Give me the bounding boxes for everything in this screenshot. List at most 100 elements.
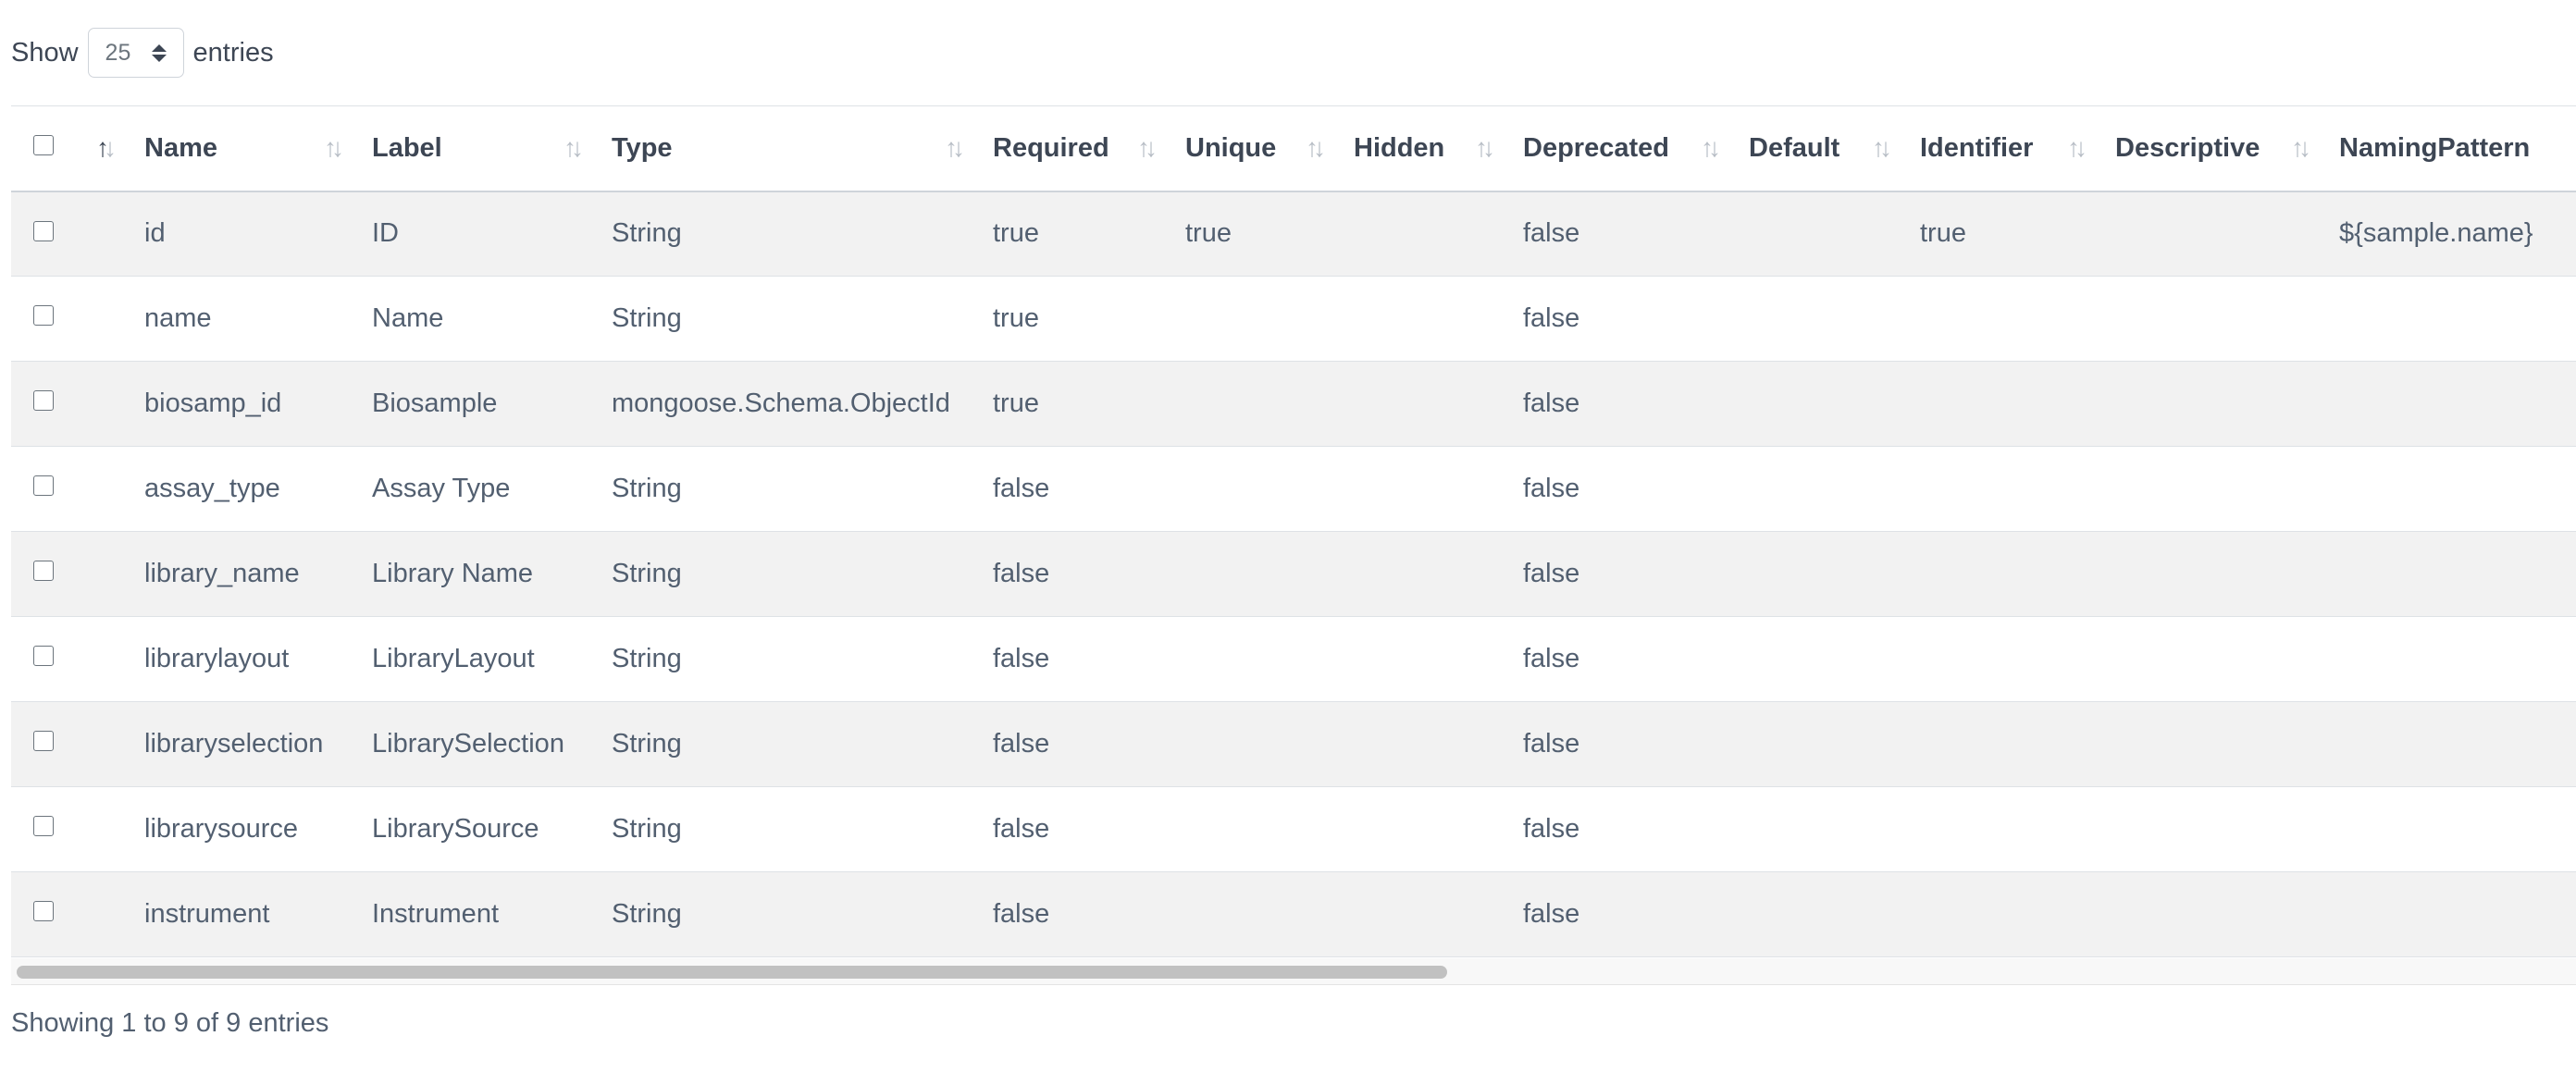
column-header-label: Descriptive [2115,133,2260,164]
column-header-unique[interactable]: Unique ↑↓ [1165,106,1333,191]
cell-deprecated: false [1523,474,1580,503]
cell-identifier [1900,872,2095,957]
row-select-cell [11,617,124,702]
cell-unique [1165,787,1333,872]
cell-required: false [993,729,1050,758]
column-header-label: NamingPattern [2339,133,2531,164]
scrollbar-thumb[interactable] [17,966,1447,979]
cell-hidden [1333,872,1503,957]
cell-default [1728,532,1900,617]
entries-per-page-value: 25 [105,39,131,66]
column-header-name[interactable]: Name ↑↓ [124,106,352,191]
row-checkbox[interactable] [33,816,54,837]
cell-default [1728,702,1900,787]
row-checkbox[interactable] [33,561,54,582]
sort-updown-icon[interactable]: ↑↓ [96,133,117,163]
cell-identifier [1900,362,2095,447]
cell-type: String [612,644,682,673]
column-header-type[interactable]: Type ↑↓ [591,106,972,191]
sort-updown-icon[interactable]: ↑↓ [564,133,584,163]
column-header-default[interactable]: Default ↑↓ [1728,106,1900,191]
cell-type: String [612,303,682,333]
sort-updown-icon[interactable]: ↑↓ [1872,133,1892,163]
row-checkbox[interactable] [33,305,54,327]
cell-default [1728,362,1900,447]
table-row[interactable]: librarylayout LibraryLayout String false fal… [11,616,2576,702]
cell-descriptive [2095,362,2319,447]
cell-identifier [1900,447,2095,532]
row-checkbox[interactable] [33,646,54,667]
cell-identifier [1900,617,2095,702]
table-row[interactable]: librarysource LibrarySource String false fal… [11,786,2576,872]
row-checkbox[interactable] [33,901,54,922]
entries-per-page-select[interactable]: 25 [87,28,184,78]
length-prefix: Show [11,37,79,68]
row-checkbox[interactable] [33,475,54,497]
cell-type: mongoose.Schema.ObjectId [612,388,950,418]
cell-hidden [1333,702,1503,787]
cell-label: Assay Type [372,474,511,503]
sort-updown-icon[interactable]: ↑↓ [1475,133,1495,163]
table-scroll-container: ↑↓ Name ↑↓ Label ↑↓ Type ↑↓ Required ↑↓ Unique ↑↓… [11,105,2576,984]
sort-updown-icon[interactable]: ↑↓ [945,133,965,163]
cell-label: ID [372,218,399,249]
column-header-required[interactable]: Required ↑↓ [972,106,1165,191]
cell-hidden [1333,191,1503,277]
table-row[interactable]: name Name String true false [11,276,2576,362]
cell-descriptive [2095,191,2319,277]
column-header-naming-pattern[interactable]: NamingPattern↑↓ [2319,106,2576,191]
select-all-checkbox[interactable] [33,135,54,156]
cell-default [1728,447,1900,532]
sort-updown-icon[interactable]: ↑↓ [1701,133,1721,163]
cell-deprecated: false [1523,303,1580,333]
cell-type: String [612,814,682,844]
sort-updown-icon[interactable]: ↑↓ [2067,133,2087,163]
cell-unique [1165,617,1333,702]
cell-default [1728,617,1900,702]
cell-required: true [993,303,1039,333]
column-header-hidden[interactable]: Hidden ↑↓ [1333,106,1503,191]
cell-identifier [1900,532,2095,617]
cell-hidden [1333,787,1503,872]
column-header-deprecated[interactable]: Deprecated ↑↓ [1503,106,1728,191]
table-row[interactable]: assay_type Assay Type String false false [11,446,2576,532]
table-row[interactable]: id ID String true true false true ${sample.name… [11,191,2576,277]
sort-updown-icon[interactable]: ↑↓ [2291,133,2311,163]
column-header-descriptive[interactable]: Descriptive ↑↓ [2095,106,2319,191]
sort-updown-icon[interactable]: ↑↓ [324,133,344,163]
horizontal-scrollbar[interactable] [11,958,2576,985]
row-checkbox[interactable] [33,220,54,241]
cell-hidden [1333,277,1503,362]
row-select-cell [11,191,124,277]
cell-descriptive [2095,617,2319,702]
row-checkbox[interactable] [33,390,54,412]
cell-default [1728,872,1900,957]
table-row[interactable]: libraryselection LibrarySelection String fa… [11,701,2576,787]
cell-label: Biosample [372,388,498,418]
cell-unique: true [1185,218,1232,249]
column-header-label: Default [1749,133,1840,164]
column-header-label: Type [612,133,673,164]
column-header-label[interactable]: Label ↑↓ [352,106,591,191]
table-row[interactable]: biosamp_id Biosample mongoose.Schema.Objec… [11,361,2576,447]
cell-required: false [993,644,1050,673]
cell-deprecated: false [1523,218,1580,249]
column-header-label: Required [993,133,1109,164]
cell-naming-pattern [2319,362,2576,447]
row-select-cell [11,787,124,872]
column-header-identifier[interactable]: Identifier ↑↓ [1900,106,2095,191]
cell-required: false [993,899,1050,929]
cell-naming-pattern [2319,532,2576,617]
sort-updown-icon[interactable]: ↑↓ [1137,133,1158,163]
cell-type: String [612,218,682,249]
cell-deprecated: false [1523,388,1580,418]
cell-descriptive [2095,787,2319,872]
row-checkbox[interactable] [33,731,54,752]
column-header-label: Hidden [1354,133,1445,164]
table-row[interactable]: library_name Library Name String false false [11,531,2576,617]
cell-label: LibrarySource [372,814,539,844]
sort-updown-icon[interactable]: ↑↓ [1306,133,1326,163]
table-row[interactable]: instrument Instrument String false false [11,871,2576,957]
cell-name: library_name [144,559,300,588]
cell-type: String [612,474,682,503]
